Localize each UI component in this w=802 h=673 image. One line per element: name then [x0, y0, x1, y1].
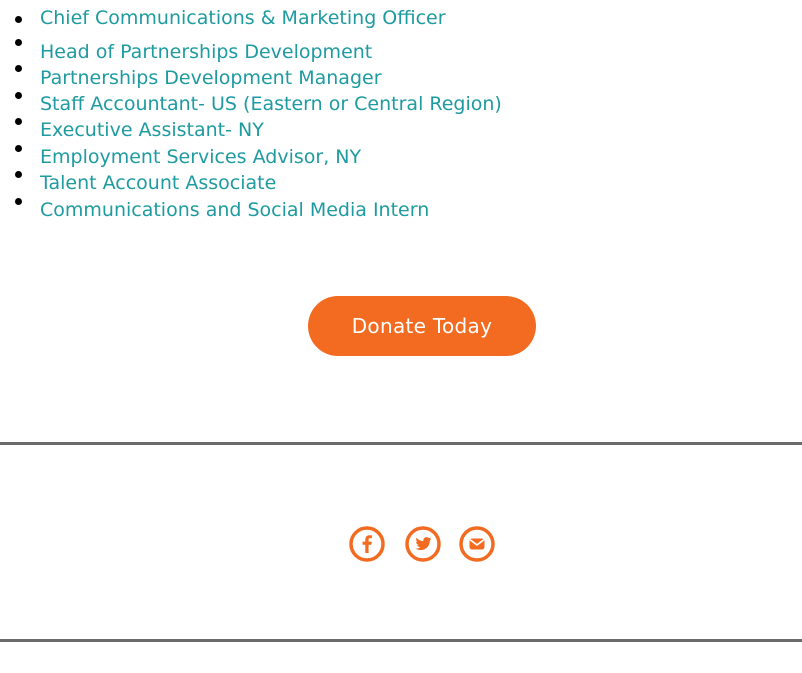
job-link[interactable]: Chief Communications & Marketing Officer [40, 6, 446, 30]
list-item: Partnerships Development Manager [0, 65, 802, 91]
list-item: Communications and Social Media Intern [0, 198, 802, 224]
list-item: Talent Account Associate [0, 171, 802, 197]
bullet [15, 39, 22, 46]
job-link[interactable]: Communications and Social Media Intern [40, 198, 429, 222]
job-link[interactable]: Executive Assistant- NY [40, 118, 264, 142]
job-link[interactable]: Head of Partnerships Development [40, 40, 372, 64]
facebook-icon[interactable] [349, 526, 385, 562]
bullet [15, 171, 22, 178]
bullet [15, 118, 22, 125]
twitter-icon[interactable] [405, 526, 441, 562]
bullet [15, 65, 22, 72]
bullet [15, 145, 22, 152]
list-item: Employment Services Advisor, NY [0, 145, 802, 171]
divider [0, 442, 802, 445]
job-link[interactable]: Employment Services Advisor, NY [40, 145, 361, 169]
email-icon[interactable] [459, 526, 495, 562]
bullet [15, 16, 22, 23]
job-link[interactable]: Talent Account Associate [40, 171, 276, 195]
list-item: Head of Partnerships Development [0, 39, 802, 65]
donate-button[interactable]: Donate Today [308, 296, 536, 356]
bullet [15, 198, 22, 205]
list-item: Chief Communications & Marketing Officer [0, 5, 802, 31]
divider [0, 639, 802, 642]
list-item: Staff Accountant- US (Eastern or Central… [0, 92, 802, 118]
list-item: Executive Assistant- NY [0, 118, 802, 144]
job-link[interactable]: Partnerships Development Manager [40, 66, 382, 90]
job-link[interactable]: Staff Accountant- US (Eastern or Central… [40, 92, 502, 116]
bullet [15, 92, 22, 99]
